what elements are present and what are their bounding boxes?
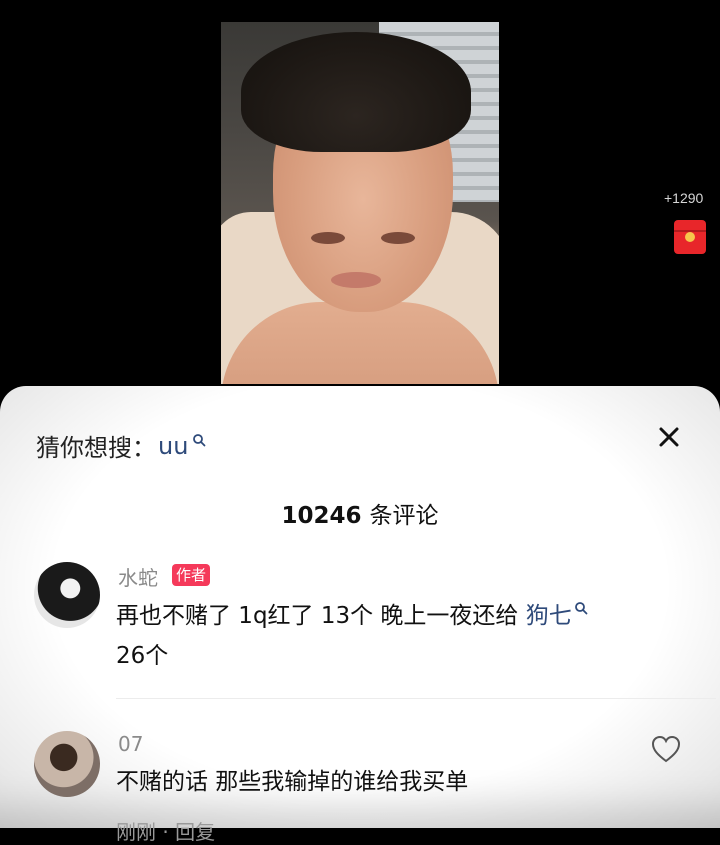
video-person-hair [241,32,471,152]
comment-text-tail: 26个 [116,643,169,669]
avatar[interactable] [34,562,100,628]
video-player[interactable] [221,22,499,384]
video-mouth [331,272,381,288]
comment-username[interactable]: 07 [118,732,143,756]
comment-text: 再也不赌了 1q红了 13个 晚上一夜还给 狗七 26个 [116,596,676,676]
video-eye-left [311,232,345,244]
comment-meta: 刚刚 · 回复 [116,820,216,844]
gift-count: +1290 [664,190,704,206]
search-suggestion[interactable]: 猜你想搜： uu [36,428,206,463]
comment-text-body: 再也不赌了 1q红了 13个 晚上一夜还给 [116,603,526,629]
like-heart-icon[interactable] [650,734,682,764]
mention-link[interactable]: 狗七 [526,603,572,629]
close-button[interactable] [654,422,684,452]
close-icon [659,427,679,447]
divider [116,698,716,699]
avatar[interactable] [34,731,100,797]
comment-panel: 猜你想搜： uu 10246 条评论 水蛇 作者 再也不赌了 1q红了 13个 … [0,386,720,844]
video-eye-right [381,232,415,244]
comment-count: 10246 条评论 [0,496,720,530]
red-envelope-icon[interactable] [674,220,706,254]
comment-username[interactable]: 水蛇 [118,562,158,591]
search-icon [193,433,206,446]
search-suggestion-keyword[interactable]: uu [158,432,188,460]
comment-count-label: 条评论 [369,503,439,529]
author-badge: 作者 [172,564,211,586]
search-icon [574,602,588,615]
search-suggestion-prefix: 猜你想搜： [36,434,156,462]
comment-count-number: 10246 [281,503,362,529]
comment-text: 不赌的话 那些我输掉的谁给我买单 [116,769,469,795]
